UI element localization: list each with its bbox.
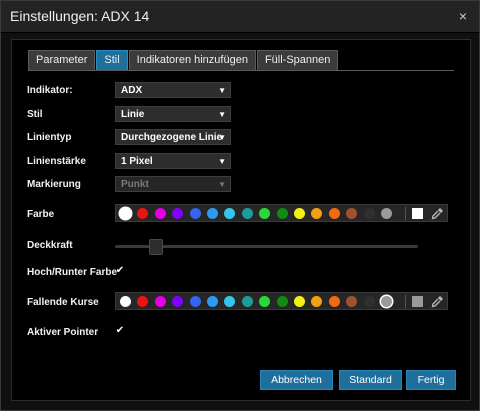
farbe-swatch[interactable] — [294, 208, 305, 219]
tab-stil[interactable]: Stil — [96, 50, 128, 71]
chevron-down-icon: ▼ — [218, 157, 226, 166]
markierung-select: Punkt ▼ — [115, 176, 231, 192]
fallende-kurse-label: Fallende Kurse — [27, 297, 99, 308]
fallende-kurse-separator — [405, 295, 406, 308]
farbe-swatch[interactable] — [311, 208, 323, 219]
deckkraft-label: Deckkraft — [27, 240, 73, 251]
tab-fuell-spannen[interactable]: Füll-Spannen — [256, 50, 339, 71]
linienstaerke-value: 1 Pixel — [121, 156, 153, 167]
farbe-swatch[interactable] — [137, 208, 149, 219]
stil-value: Linie — [121, 109, 145, 120]
farbe-label: Farbe — [27, 209, 55, 220]
eyedropper-icon[interactable] — [430, 294, 445, 309]
fallende-kurse-swatch[interactable] — [328, 296, 340, 307]
farbe-palette — [115, 204, 448, 222]
fallende-kurse-swatch[interactable] — [311, 296, 323, 307]
title-bar: Einstellungen: ADX 14 × — [1, 1, 479, 33]
farbe-swatch[interactable] — [154, 208, 166, 219]
fallende-kurse-swatch[interactable] — [259, 296, 271, 307]
linientyp-value: Durchgezogene Linie — [121, 132, 223, 143]
linienstaerke-select[interactable]: 1 Pixel ▼ — [115, 153, 231, 169]
farbe-swatch[interactable] — [189, 208, 201, 219]
indikator-value: ADX — [121, 85, 143, 96]
farbe-swatch[interactable] — [346, 208, 358, 219]
tab-bar: Parameter Stil Indikatoren hinzufügen Fü… — [28, 50, 339, 71]
indikator-select[interactable]: ADX ▼ — [115, 82, 231, 98]
fallende-kurse-swatch[interactable] — [381, 296, 392, 307]
chevron-down-icon: ▼ — [218, 110, 226, 119]
hoch-runter-farbe-label: Hoch/Runter Farbe — [27, 267, 118, 278]
fallende-kurse-palette — [115, 292, 448, 310]
aktiver-pointer-label: Aktiver Pointer — [27, 327, 99, 338]
tab-parameter[interactable]: Parameter — [28, 50, 96, 71]
farbe-swatch[interactable] — [207, 208, 218, 219]
fallende-kurse-swatch[interactable] — [241, 296, 253, 307]
dialog-title: Einstellungen: ADX 14 — [10, 8, 150, 24]
farbe-swatch[interactable] — [328, 208, 340, 219]
settings-dialog: Einstellungen: ADX 14 × Parameter Stil I… — [0, 0, 480, 411]
farbe-swatch[interactable] — [120, 208, 131, 219]
farbe-swatch[interactable] — [276, 208, 288, 219]
linienstaerke-label: Linienstärke — [27, 156, 86, 167]
chevron-down-icon: ▼ — [218, 133, 226, 142]
markierung-label: Markierung — [27, 179, 81, 190]
close-icon[interactable]: × — [455, 7, 471, 25]
farbe-separator — [405, 207, 406, 220]
fallende-kurse-custom-color[interactable] — [412, 296, 423, 307]
farbe-swatch[interactable] — [224, 208, 236, 219]
hoch-runter-farbe-checkbox[interactable]: ✔ — [115, 266, 125, 276]
farbe-swatch[interactable] — [172, 208, 184, 219]
linientyp-select[interactable]: Durchgezogene Linie ▼ — [115, 129, 231, 145]
chevron-down-icon: ▼ — [218, 180, 226, 189]
fallende-kurse-swatch[interactable] — [294, 296, 305, 307]
chevron-down-icon: ▼ — [218, 86, 226, 95]
farbe-custom-color[interactable] — [412, 208, 423, 219]
fallende-kurse-swatch[interactable] — [346, 296, 358, 307]
markierung-value: Punkt — [121, 179, 149, 190]
fertig-button[interactable]: Fertig — [406, 370, 456, 390]
indikator-label: Indikator: — [27, 85, 73, 96]
settings-panel: Parameter Stil Indikatoren hinzufügen Fü… — [11, 39, 471, 401]
fallende-kurse-swatch[interactable] — [363, 296, 375, 307]
farbe-swatch[interactable] — [381, 208, 392, 219]
fallende-kurse-swatch[interactable] — [224, 296, 236, 307]
aktiver-pointer-checkbox[interactable]: ✔ — [115, 326, 125, 336]
fallende-kurse-swatch[interactable] — [189, 296, 201, 307]
linientyp-label: Linientyp — [27, 132, 72, 143]
abbrechen-button[interactable]: Abbrechen — [260, 370, 333, 390]
stil-label: Stil — [27, 109, 43, 120]
fallende-kurse-swatch[interactable] — [137, 296, 149, 307]
fallende-kurse-swatch[interactable] — [207, 296, 218, 307]
eyedropper-icon[interactable] — [430, 206, 445, 221]
farbe-swatch[interactable] — [259, 208, 271, 219]
fallende-kurse-swatch[interactable] — [172, 296, 184, 307]
tab-indikatoren-hinzufuegen[interactable]: Indikatoren hinzufügen — [128, 50, 256, 71]
fallende-kurse-swatch[interactable] — [276, 296, 288, 307]
fallende-kurse-swatch[interactable] — [120, 296, 131, 307]
standard-button[interactable]: Standard — [339, 370, 402, 390]
stil-select[interactable]: Linie ▼ — [115, 106, 231, 122]
tab-divider — [28, 70, 454, 71]
fallende-kurse-swatch[interactable] — [154, 296, 166, 307]
farbe-swatch[interactable] — [241, 208, 253, 219]
deckkraft-slider-thumb[interactable] — [149, 239, 163, 255]
farbe-swatch[interactable] — [363, 208, 375, 219]
